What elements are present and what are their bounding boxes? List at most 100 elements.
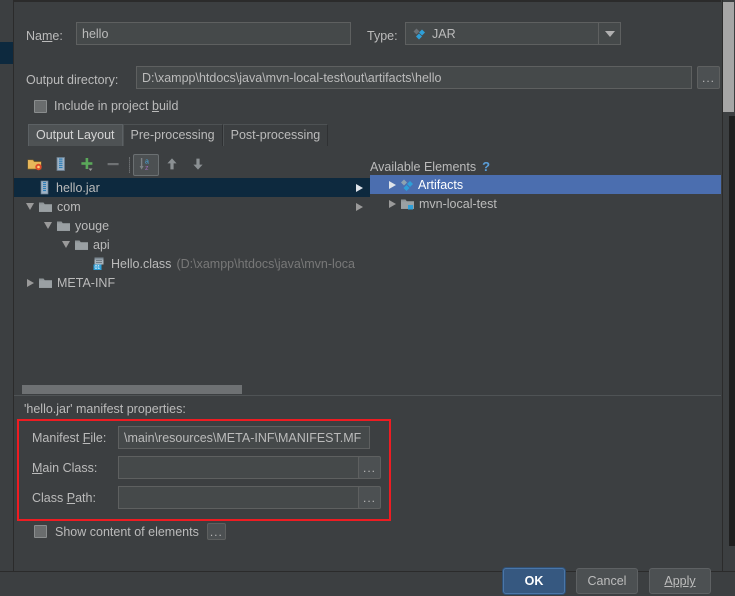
tree-collapse-toggle[interactable] [58, 235, 74, 254]
horizontal-scrollbar-thumb[interactable] [22, 385, 242, 394]
move-up-button[interactable] [159, 154, 185, 176]
manifest-section-title: 'hello.jar' manifest properties: [24, 402, 186, 416]
tree-node-label: com [57, 200, 81, 214]
class-path-input[interactable] [118, 486, 361, 509]
tab-post-processing[interactable]: Post-processing [223, 124, 329, 146]
create-archive-icon [53, 156, 69, 175]
create-archive-button[interactable] [48, 154, 74, 176]
main-class-input[interactable] [118, 456, 361, 479]
tree-node-label: api [93, 238, 110, 252]
move-down-button[interactable] [185, 154, 211, 176]
label-part: Class [32, 491, 67, 505]
output-layout-toolbar: a z [22, 154, 211, 176]
name-label: Name: [26, 29, 63, 43]
remove-element-button[interactable] [100, 154, 126, 176]
type-label: Type: [367, 29, 398, 43]
available-tree-row[interactable]: mvn-local-test [370, 194, 721, 213]
tab-pre-processing[interactable]: Pre-processing [123, 124, 223, 146]
tree-expand-toggle[interactable] [384, 175, 400, 194]
folder-icon [38, 276, 53, 290]
class-path-browse-button[interactable]: ... [358, 486, 381, 509]
tree-twisty-empty [76, 254, 92, 273]
class-path-label: Class Path: [32, 491, 96, 505]
artifacts-configuration-dialog: Name: Type: JAR Output directory: [0, 0, 735, 596]
tab-output-layout[interactable]: Output Layout [28, 124, 123, 146]
main-class-browse-button[interactable]: ... [358, 456, 381, 479]
show-content-settings-button[interactable]: ... [207, 523, 226, 540]
tree-node-label: youge [75, 219, 109, 233]
chevron-right-icon [356, 203, 363, 211]
dialog-left-strip [0, 0, 14, 571]
ok-button[interactable]: OK [503, 568, 565, 594]
label-part: ath: [75, 491, 96, 505]
type-combobox[interactable]: JAR [405, 22, 621, 45]
manifest-file-input[interactable] [118, 426, 370, 449]
manifest-file-label: Manifest File: [32, 431, 106, 445]
apply-button[interactable]: Apply [649, 568, 711, 594]
remove-minus-icon [105, 156, 121, 175]
tree-expand-toggle[interactable] [384, 194, 400, 213]
tree-expand-toggle[interactable] [22, 273, 38, 292]
folder-icon [74, 238, 89, 252]
dialog-button-bar: OK Cancel Apply [0, 571, 735, 596]
label-mnemonic: M [32, 461, 42, 475]
type-combobox-value-wrap: JAR [406, 27, 598, 41]
vertical-scrollbar-thumb[interactable] [723, 2, 734, 112]
tree-node-label: hello.jar [56, 181, 100, 195]
output-directory-browse-button[interactable]: ... [697, 66, 720, 89]
tree-node-label: Artifacts [418, 178, 463, 192]
show-content-of-elements-row[interactable]: Show content of elements ... [34, 523, 226, 540]
output-tree-row[interactable]: com [14, 197, 370, 216]
output-tree-row[interactable]: hello.jar [14, 178, 370, 197]
sort-alphabetically-button[interactable]: a z [133, 154, 159, 176]
include-in-project-build-label: Include in project build [54, 99, 178, 113]
output-directory-label: Output directory: [26, 73, 118, 87]
jar-diamond-icon [413, 27, 426, 40]
add-element-button[interactable] [74, 154, 100, 176]
output-layout-tree[interactable]: hello.jar com youge api 01Hello.class(D:\xam… [14, 178, 370, 378]
chevron-right-icon [356, 184, 363, 192]
include-in-project-build-row[interactable]: Include in project build [34, 99, 178, 113]
include-in-project-build-checkbox[interactable] [34, 100, 47, 113]
chevron-right-icon [389, 200, 396, 208]
layout-tabs: Output Layout Pre-processing Post-proces… [28, 124, 328, 146]
add-plus-icon [79, 156, 95, 175]
module-icon [400, 197, 415, 211]
cancel-button[interactable]: Cancel [576, 568, 638, 594]
help-icon[interactable]: ? [482, 159, 490, 174]
available-elements-tree[interactable]: Artifacts mvn-local-test [370, 175, 721, 375]
label-mnemonic: P [67, 491, 75, 505]
output-tree-row[interactable]: META-INF [14, 273, 370, 292]
show-content-of-elements-checkbox[interactable] [34, 525, 47, 538]
output-tree-row[interactable]: api [14, 235, 370, 254]
main-class-label: Main Class: [32, 461, 97, 475]
chevron-right-icon [389, 181, 396, 189]
vertical-scrollbar-shadow [729, 116, 735, 546]
folder-icon [38, 200, 53, 214]
svg-text:z: z [145, 165, 149, 172]
chevron-right-icon [27, 279, 34, 287]
create-directory-icon [27, 156, 43, 175]
tree-row-expander[interactable] [348, 197, 370, 216]
chevron-down-icon [44, 222, 52, 229]
tree-section-divider [14, 395, 721, 396]
tree-node-path: (D:\xampp\htdocs\java\mvn-loca [176, 257, 355, 271]
sort-alphabetically-icon: a z [138, 156, 154, 175]
output-tree-horizontal-scrollbar[interactable] [22, 385, 370, 394]
tree-collapse-toggle[interactable] [22, 197, 38, 216]
name-input[interactable] [76, 22, 351, 45]
output-tree-row[interactable]: 01Hello.class(D:\xampp\htdocs\java\mvn-l… [14, 254, 370, 273]
show-content-of-elements-label: Show content of elements [55, 525, 199, 539]
type-combobox-arrow[interactable] [598, 23, 620, 44]
available-tree-row[interactable]: Artifacts [370, 175, 721, 194]
label-part: ile: [90, 431, 106, 445]
move-up-icon [164, 156, 180, 175]
folder-icon [56, 219, 71, 233]
create-directory-button[interactable] [22, 154, 48, 176]
apply-button-label: Apply [664, 574, 695, 588]
tree-node-label: Hello.class [111, 257, 171, 271]
output-tree-row[interactable]: youge [14, 216, 370, 235]
tree-row-expander[interactable] [348, 178, 370, 197]
tree-collapse-toggle[interactable] [40, 216, 56, 235]
output-directory-input[interactable] [136, 66, 692, 89]
